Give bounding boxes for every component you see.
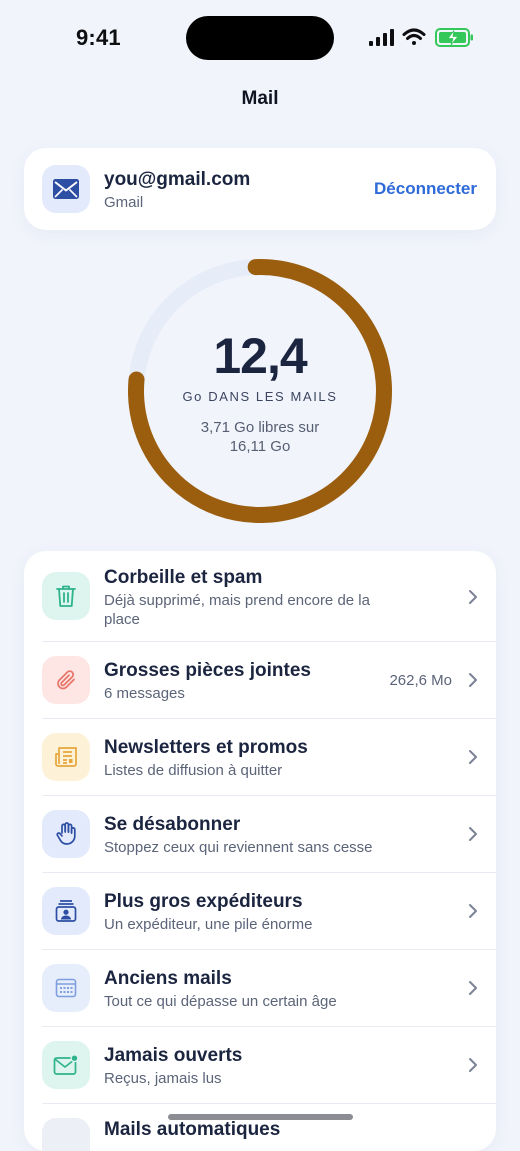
list-item-subtitle: Déjà supprimé, mais prend encore de la p… [104,592,370,628]
list-item-title: Se désabonner [104,814,241,835]
storage-gauge: 12,4 Go DANS LES MAILS 3,71 Go libres su… [126,257,394,525]
page-title: Mail [241,88,279,109]
status-icons [369,28,473,47]
list-item-title: Mails automatiques [104,1119,281,1140]
list-item-subtitle: 6 messages [104,685,185,702]
account-email: you@gmail.com [104,169,251,190]
dynamic-island [186,16,334,60]
trash-icon [42,572,90,620]
chevron-right-icon [469,1058,477,1072]
sender-icon [42,887,90,935]
list-item-automatic-mails[interactable]: Mails automatiques [24,1104,496,1151]
cleanup-category-list: Corbeille et spam Déjà supprimé, mais pr… [24,551,496,1151]
list-item-newsletters[interactable]: Newsletters et promos Listes de diffusio… [24,719,496,795]
account-card: you@gmail.com Gmail Déconnecter [24,148,496,230]
hand-icon [42,810,90,858]
list-item-subtitle: Listes de diffusion à quitter [104,762,283,779]
newspaper-icon [42,733,90,781]
cellular-signal-icon [369,29,394,46]
chevron-right-icon [469,750,477,764]
storage-used-label: Go DANS LES MAILS [182,389,338,404]
storage-used-value: 12,4 [213,328,307,384]
list-item-title: Anciens mails [104,968,232,989]
status-bar: 9:41 [0,0,520,76]
list-item-large-attachments[interactable]: Grosses pièces jointes 6 messages 262,6 … [24,642,496,718]
calendar-icon [42,964,90,1012]
list-item-trash-spam[interactable]: Corbeille et spam Déjà supprimé, mais pr… [24,551,496,641]
wifi-icon [402,28,426,45]
unread-mail-icon [42,1041,90,1089]
chevron-right-icon [469,981,477,995]
account-provider: Gmail [104,194,144,211]
list-item-title: Corbeille et spam [104,567,263,588]
list-item-title: Jamais ouverts [104,1045,243,1066]
home-indicator[interactable] [168,1114,353,1120]
list-item-old-mails[interactable]: Anciens mails Tout ce qui dépasse un cer… [24,950,496,1026]
list-item-subtitle: Stoppez ceux qui reviennent sans cesse [104,839,373,856]
list-item-size: 262,6 Mo [389,672,452,689]
list-item-subtitle: Reçus, jamais lus [104,1070,222,1087]
chevron-right-icon [469,673,477,687]
paperclip-icon [42,656,90,704]
chevron-right-icon [469,904,477,918]
envelope-icon [42,165,90,213]
storage-free-text: 3,71 Go libres sur 16,11 Go [200,419,320,455]
robot-icon [42,1118,90,1151]
chevron-right-icon [469,827,477,841]
status-time: 9:41 [76,25,121,50]
disconnect-button[interactable]: Déconnecter [374,179,477,199]
list-item-title: Plus gros expéditeurs [104,891,303,912]
list-item-never-opened[interactable]: Jamais ouverts Reçus, jamais lus [24,1027,496,1103]
list-item-subtitle: Tout ce qui dépasse un certain âge [104,993,337,1010]
battery-charging-icon [435,28,473,47]
list-item-unsubscribe[interactable]: Se désabonner Stoppez ceux qui reviennen… [24,796,496,872]
chevron-right-icon [469,590,477,604]
list-item-title: Grosses pièces jointes [104,660,311,681]
list-item-title: Newsletters et promos [104,737,308,758]
list-item-subtitle: Un expéditeur, une pile énorme [104,916,313,933]
list-item-top-senders[interactable]: Plus gros expéditeurs Un expéditeur, une… [24,873,496,949]
